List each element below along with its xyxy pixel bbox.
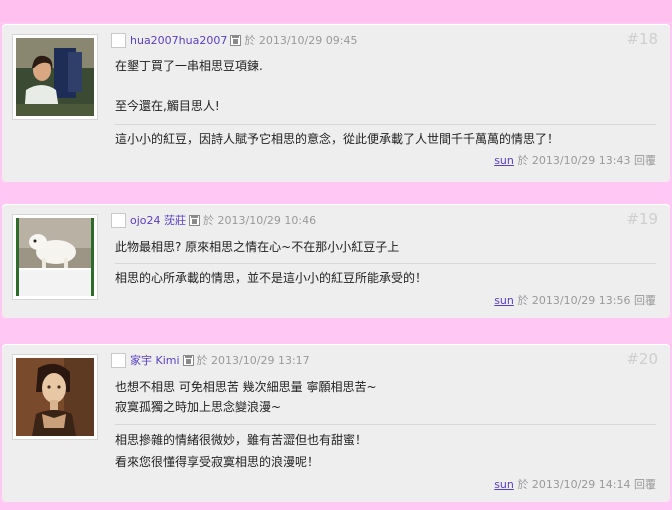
- comment-line: 在墾丁買了一串相思豆項鍊.: [115, 59, 263, 73]
- select-checkbox[interactable]: [111, 32, 126, 48]
- comment-line: 寂寞孤獨之時加上思念變浪漫~: [115, 400, 282, 414]
- reply-meta: sun 於 2013/10/29 13:56 回覆: [494, 292, 656, 308]
- comment-body: 此物最相思? 原來相思之情在心~不在那小小紅豆子上: [115, 237, 399, 257]
- reply-button[interactable]: 回覆: [634, 478, 656, 491]
- post-datetime: 2013/10/29 13:17: [211, 353, 310, 367]
- post-datetime: 2013/10/29 10:46: [217, 213, 317, 227]
- comment-body: 也想不相思 可免相思苦 幾次細思量 寧願相思苦~ 寂寞孤獨之時加上思念變浪漫~: [115, 377, 377, 417]
- reply-line: 相思的心所承載的情思，並不是這小小的紅豆所能承受的！: [115, 271, 428, 285]
- username-link[interactable]: hua2007hua2007: [130, 34, 227, 47]
- sep-text: 於: [196, 354, 208, 367]
- post-number: #19: [626, 210, 658, 228]
- home-icon[interactable]: [230, 34, 242, 46]
- comment-body: 在墾丁買了一串相思豆項鍊. 至今還在,觸目思人!: [115, 56, 263, 116]
- avatar[interactable]: [12, 34, 98, 120]
- comment-card: 家宇 Kimi 於 2013/10/29 13:17 #20 也想不相思 可免相…: [2, 344, 670, 502]
- select-checkbox[interactable]: [111, 352, 126, 368]
- comment-header: hua2007hua2007 於 2013/10/29 09:45: [111, 32, 357, 48]
- reply-user-link[interactable]: sun: [494, 294, 514, 307]
- divider: [115, 424, 656, 425]
- reply-datetime: 2013/10/29 14:14: [531, 478, 631, 491]
- reply-datetime: 2013/10/29 13:56: [531, 294, 631, 307]
- comment-card: ojo24 莐莊 於 2013/10/29 10:46 #19 此物最相思? 原…: [2, 204, 670, 318]
- reply-line: 這小小的紅豆，因詩人賦予它相思的意念，從此便承載了人世間千千萬萬的情思了！: [115, 132, 560, 146]
- reply-meta: sun 於 2013/10/29 14:14 回覆: [494, 476, 656, 492]
- reply-datetime: 2013/10/29 13:43: [531, 154, 631, 167]
- comment-header: ojo24 莐莊 於 2013/10/29 10:46: [111, 212, 316, 228]
- comment-line: [115, 76, 263, 96]
- comment-line: 至今還在,觸目思人!: [115, 99, 220, 113]
- sep-text: 於: [244, 34, 256, 47]
- home-icon[interactable]: [182, 354, 194, 366]
- reply-button[interactable]: 回覆: [634, 154, 656, 167]
- post-number: #20: [626, 350, 658, 368]
- avatar[interactable]: [12, 354, 98, 440]
- reply-line: 看來您很懂得享受寂寞相思的浪漫呢！: [115, 455, 320, 469]
- comment-card: hua2007hua2007 於 2013/10/29 09:45 #18 在墾…: [2, 24, 670, 182]
- reply-user-link[interactable]: sun: [494, 154, 514, 167]
- divider: [115, 263, 656, 264]
- reply-line: 相思摻雜的情緒很微妙，雖有苦澀但也有甜蜜！: [115, 433, 368, 447]
- post-number: #18: [626, 30, 658, 48]
- reply-meta: sun 於 2013/10/29 13:43 回覆: [494, 152, 656, 168]
- portrait-painting-icon: [16, 358, 94, 436]
- username-link[interactable]: 家宇 Kimi: [130, 352, 180, 368]
- comment-line: 也想不相思 可免相思苦 幾次細思量 寧願相思苦~: [115, 380, 377, 394]
- top-bar: [0, 0, 672, 22]
- woman-photo-icon: [16, 38, 94, 116]
- divider: [115, 124, 656, 125]
- comment-header: 家宇 Kimi 於 2013/10/29 13:17: [111, 352, 310, 368]
- reply-button[interactable]: 回覆: [634, 294, 656, 307]
- reply-user-link[interactable]: sun: [494, 478, 514, 491]
- reply-body: 相思摻雜的情緒很微妙，雖有苦澀但也有甜蜜！ 看來您很懂得享受寂寞相思的浪漫呢！: [115, 429, 367, 473]
- post-datetime: 2013/10/29 09:45: [258, 33, 358, 47]
- select-checkbox[interactable]: [111, 212, 126, 228]
- sep-text: 於: [517, 154, 529, 167]
- avatar[interactable]: [12, 214, 98, 300]
- reply-body: 這小小的紅豆，因詩人賦予它相思的意念，從此便承載了人世間千千萬萬的情思了！: [115, 128, 559, 150]
- comment-line: 此物最相思? 原來相思之情在心~不在那小小紅豆子上: [115, 240, 400, 254]
- sep-text: 於: [517, 294, 529, 307]
- username-link[interactable]: ojo24 莐莊: [130, 212, 186, 228]
- sep-text: 於: [517, 478, 529, 491]
- reply-body: 相思的心所承載的情思，並不是這小小的紅豆所能承受的！: [115, 267, 427, 289]
- white-dog-photo-icon: [16, 218, 94, 296]
- home-icon[interactable]: [189, 214, 201, 226]
- sep-text: 於: [203, 214, 215, 227]
